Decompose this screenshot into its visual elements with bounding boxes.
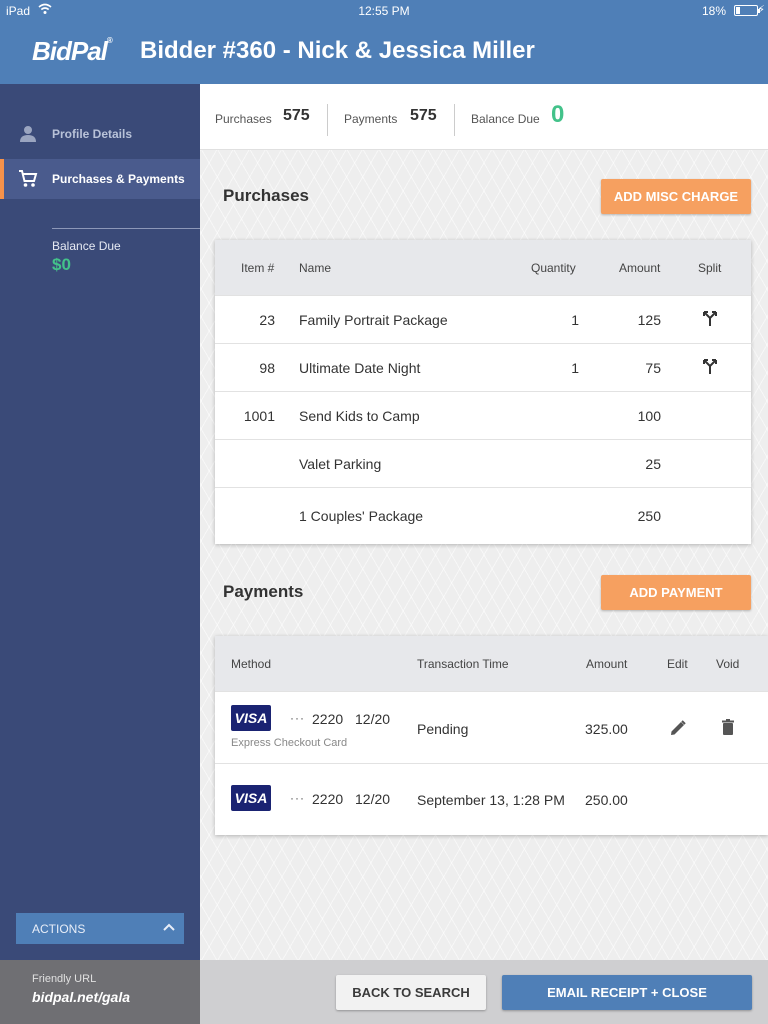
column-header: Amount	[619, 261, 661, 275]
visa-card-icon: VISA	[231, 785, 271, 811]
payments-heading: Payments	[223, 582, 304, 601]
actions-button[interactable]: ACTIONS	[16, 913, 184, 944]
table-row[interactable]: 23 Family Portrait Package 1 125	[215, 295, 751, 343]
cart-icon	[19, 170, 38, 187]
summary-divider	[327, 104, 328, 136]
add-misc-charge-button[interactable]: ADD MISC CHARGE	[601, 179, 751, 214]
add-payment-button[interactable]: ADD PAYMENT	[601, 575, 751, 610]
table-row[interactable]: 98 Ultimate Date Night 1 75	[215, 343, 751, 391]
table-row[interactable]: 1001 Send Kids to Camp 100	[215, 391, 751, 439]
trash-icon[interactable]	[719, 718, 737, 736]
summary-payments-label: Payments	[344, 112, 398, 126]
sidebar-balance-label: Balance Due	[52, 239, 121, 253]
item-amount: 75	[645, 360, 661, 376]
payment-amount: 325.00	[585, 721, 628, 737]
sidebar-item-label: Purchases & Payments	[52, 172, 185, 186]
column-header: Name	[299, 261, 332, 275]
item-quantity: 1	[571, 360, 579, 376]
table-row[interactable]: 1 Couples' Package 250	[215, 487, 751, 544]
column-header: Method	[231, 657, 272, 671]
payment-amount: 250.00	[585, 792, 628, 808]
item-name: 1 Couples' Package	[299, 508, 424, 524]
active-indicator	[0, 159, 4, 199]
battery-percent: 18%	[701, 4, 726, 18]
edit-pencil-icon[interactable]	[669, 719, 687, 737]
summary-purchases-value: 575	[283, 107, 310, 124]
column-header: Void	[716, 657, 740, 671]
payments-table: Method Transaction Time Amount Edit Void…	[215, 636, 768, 835]
email-receipt-close-button[interactable]: EMAIL RECEIPT + CLOSE	[502, 975, 752, 1010]
sidebar-divider	[52, 228, 200, 229]
column-header: Item #	[241, 261, 275, 275]
split-icon[interactable]	[701, 309, 719, 327]
friendly-url-panel: Friendly URL bidpal.net/gala	[0, 960, 200, 1024]
transaction-time: Pending	[417, 721, 469, 737]
app-header: iPad 12:55 PM 18% ⚡ BidPal® Bidder #360 …	[0, 0, 768, 84]
column-header: Transaction Time	[417, 657, 509, 671]
item-name: Family Portrait Package	[299, 312, 448, 328]
column-header: Split	[698, 261, 722, 275]
status-bar: iPad 12:55 PM 18% ⚡	[0, 0, 768, 22]
summary-bar: Purchases 575 Payments 575 Balance Due 0	[200, 84, 768, 150]
item-amount: 125	[637, 312, 661, 328]
card-mask-dots: ···	[290, 791, 305, 805]
item-name: Ultimate Date Night	[299, 360, 421, 376]
summary-balance-label: Balance Due	[471, 112, 540, 126]
card-last4: 2220	[312, 711, 344, 727]
item-amount: 100	[637, 408, 661, 424]
column-header: Amount	[586, 657, 628, 671]
person-icon	[20, 126, 36, 142]
table-header: Method Transaction Time Amount Edit Void	[215, 636, 768, 691]
sidebar-item-label: Profile Details	[52, 127, 133, 141]
card-last4: 2220	[312, 791, 344, 807]
card-expiry: 12/20	[355, 791, 391, 807]
back-to-search-button[interactable]: BACK TO SEARCH	[336, 975, 486, 1010]
sidebar-item-purchases-payments[interactable]: Purchases & Payments	[0, 159, 200, 199]
visa-card-icon: VISA	[231, 705, 271, 731]
card-sublabel: Express Checkout Card	[231, 737, 348, 749]
sidebar: Profile Details Purchases & Payments Bal…	[0, 84, 200, 960]
charging-icon: ⚡	[757, 4, 765, 16]
table-row[interactable]: VISA ··· 2220 12/20 September 13, 1:28 P…	[215, 763, 768, 835]
split-icon[interactable]	[701, 357, 719, 375]
actions-label: ACTIONS	[32, 922, 86, 936]
summary-purchases-label: Purchases	[215, 112, 272, 126]
column-header: Quantity	[531, 261, 576, 275]
column-header: Edit	[667, 657, 688, 671]
item-name: Send Kids to Camp	[299, 408, 420, 424]
sidebar-item-profile-details[interactable]: Profile Details	[0, 114, 200, 154]
sidebar-balance-value: $0	[52, 255, 71, 274]
page-title: Bidder #360 - Nick & Jessica Miller	[140, 37, 535, 64]
table-row[interactable]: VISA ··· 2220 12/20 Express Checkout Car…	[215, 691, 768, 763]
main-content: Purchases 575 Payments 575 Balance Due 0…	[200, 84, 768, 960]
purchases-heading: Purchases	[223, 186, 309, 205]
summary-divider	[454, 104, 455, 136]
footer-bar: Friendly URL bidpal.net/gala BACK TO SEA…	[0, 960, 768, 1024]
status-time: 12:55 PM	[358, 4, 410, 18]
bidpal-logo: BidPal®	[32, 36, 113, 66]
item-quantity: 1	[571, 312, 579, 328]
chevron-up-icon	[163, 923, 175, 931]
friendly-url-label: Friendly URL	[32, 973, 97, 985]
item-number: 98	[259, 360, 275, 376]
purchases-table: Item # Name Quantity Amount Split 23 Fam…	[215, 240, 751, 544]
item-amount: 250	[637, 508, 661, 524]
item-name: Valet Parking	[299, 456, 382, 472]
table-row[interactable]: Valet Parking 25	[215, 439, 751, 487]
item-number: 1001	[243, 408, 275, 424]
card-expiry: 12/20	[355, 711, 391, 727]
friendly-url-link[interactable]: bidpal.net/gala	[32, 989, 130, 1005]
item-amount: 25	[645, 456, 661, 472]
summary-balance-value: 0	[551, 101, 565, 128]
table-header: Item # Name Quantity Amount Split	[215, 240, 751, 295]
transaction-time: September 13, 1:28 PM	[417, 792, 565, 808]
item-number: 23	[259, 312, 275, 328]
battery-icon	[734, 5, 760, 16]
summary-payments-value: 575	[410, 107, 437, 124]
card-mask-dots: ···	[290, 711, 305, 725]
